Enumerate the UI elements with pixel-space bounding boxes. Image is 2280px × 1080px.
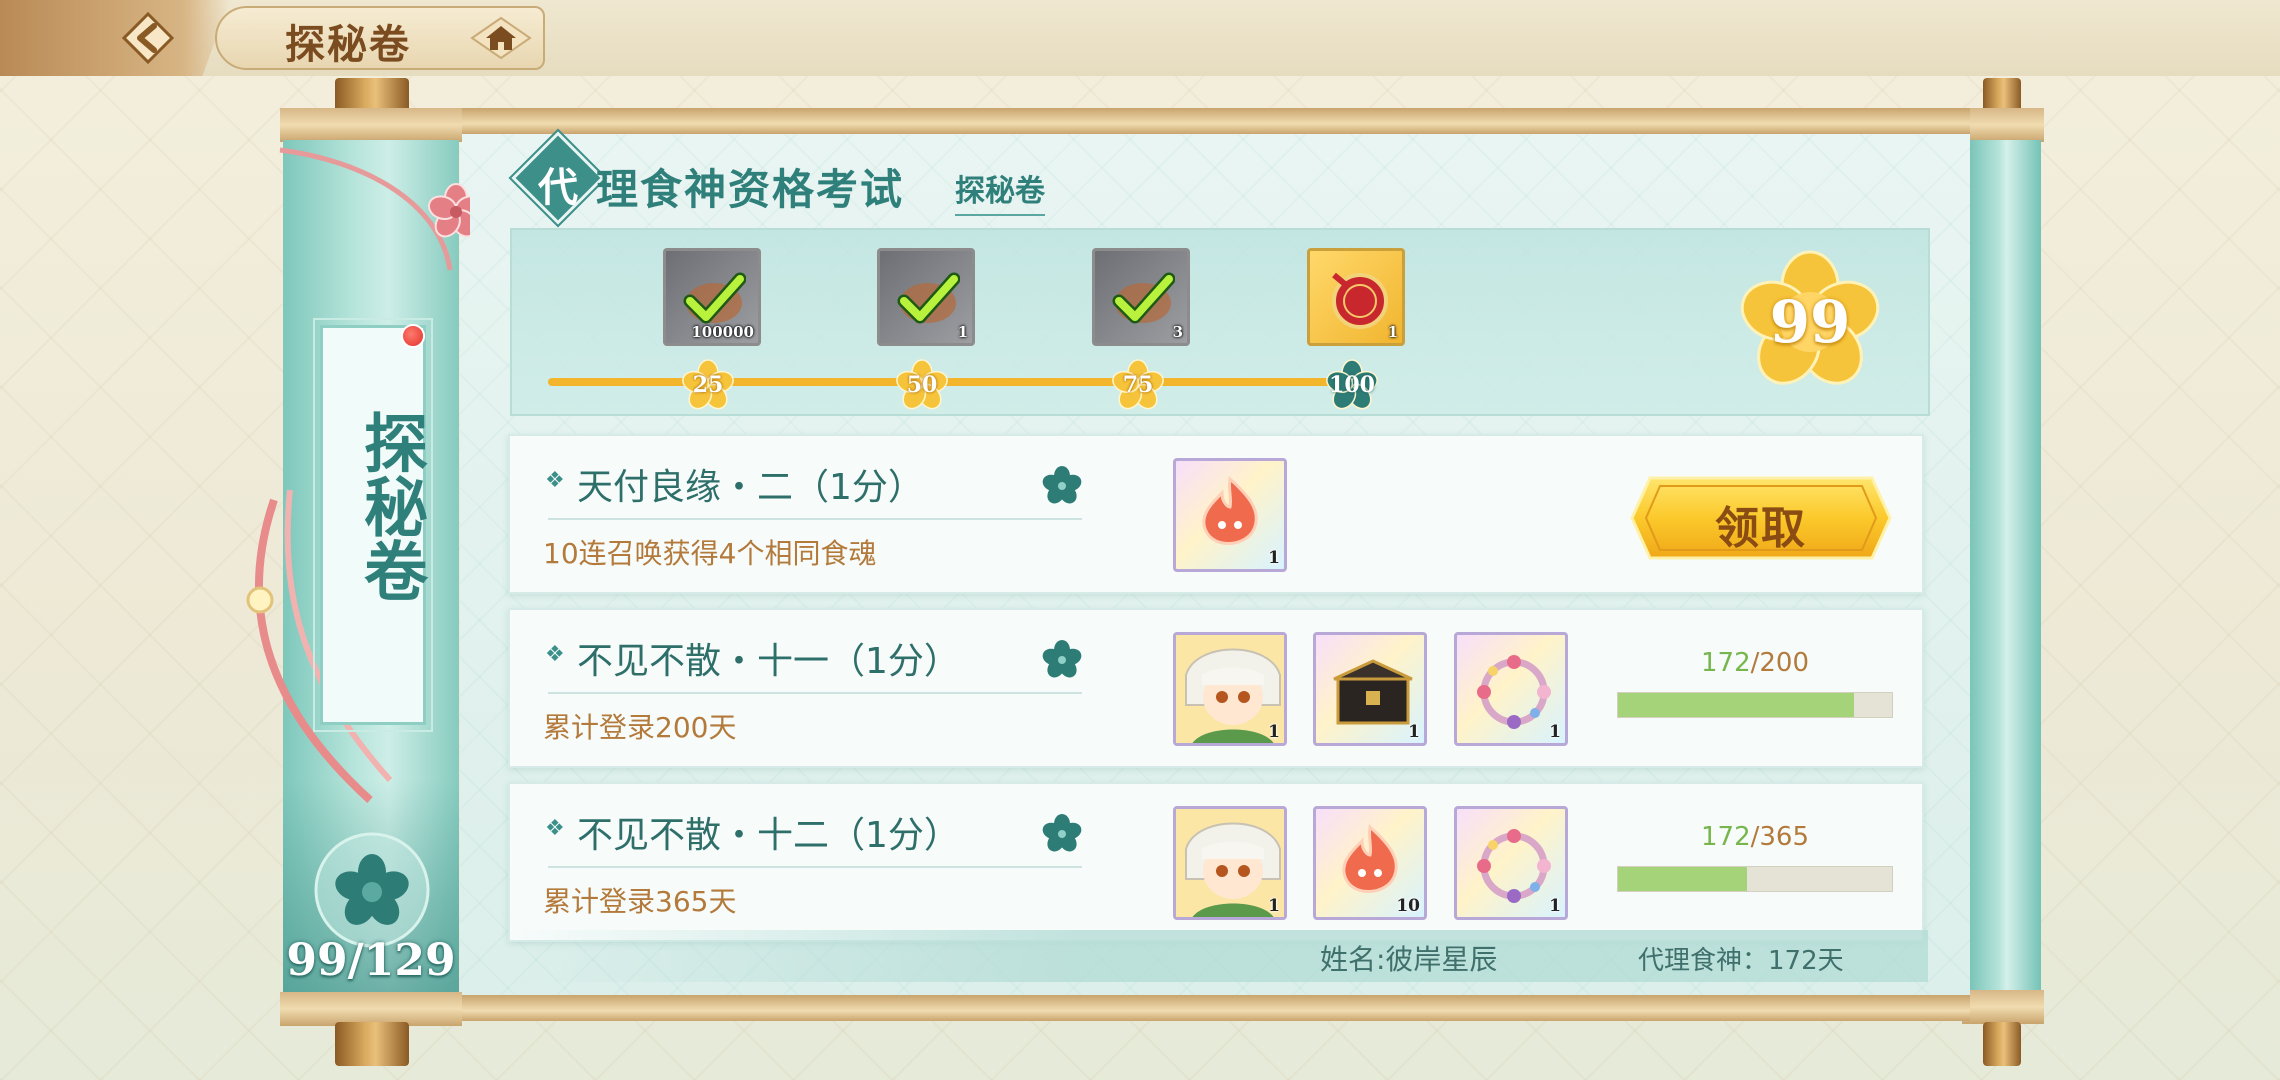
progress-label: 172/200: [1617, 648, 1893, 678]
progress-bar: [1617, 692, 1893, 718]
milestone-reward-qty: 100000: [691, 323, 754, 341]
paper-frame-top: [460, 108, 1970, 134]
milestone-point: 75: [1108, 354, 1168, 414]
exam-title-first-char: 代: [538, 164, 578, 211]
milestone-point-label: 25: [692, 372, 724, 398]
progress-fill: [1618, 867, 1748, 891]
task-divider: [548, 518, 1082, 520]
progress-current: 172: [1700, 822, 1751, 852]
milestone-point-label: 75: [1122, 372, 1154, 398]
milestone-point: 100: [1322, 354, 1382, 414]
task-title: 不见不散・十一（1分）: [577, 641, 960, 682]
right-roller-band-bottom: [1962, 990, 2044, 1024]
milestone-reward-qty: 3: [1172, 323, 1183, 341]
exploration-count: 99/129: [286, 935, 456, 986]
task-description: 10连召唤获得4个相同食魂: [543, 537, 877, 570]
player-name: 姓名:彼岸星辰: [1320, 943, 1498, 976]
milestone-reward-qty: 1: [1387, 323, 1398, 341]
reward-qty: 1: [1268, 722, 1280, 742]
flower-wreath-icon: [1477, 655, 1551, 729]
page-title: 探秘卷: [285, 21, 411, 68]
reward-item[interactable]: 1: [1313, 632, 1427, 746]
check-icon: [683, 272, 746, 324]
seal-icon: [1332, 272, 1388, 329]
count-badge-icon: [314, 832, 430, 948]
paper-frame-bottom: [460, 995, 1970, 1021]
progress-current: 172: [1700, 648, 1751, 678]
task-divider: [548, 692, 1082, 694]
back-button[interactable]: [0, 0, 230, 76]
reward-item[interactable]: 1: [1454, 806, 1568, 920]
progress-total: /200: [1750, 648, 1810, 678]
milestone-reward[interactable]: 3: [1092, 248, 1190, 346]
task-title: 天付良缘・二（1分）: [577, 467, 924, 508]
milestone-reward[interactable]: 1: [1307, 248, 1405, 346]
task-description: 累计登录365天: [543, 885, 737, 918]
task-flower-icon: [1042, 814, 1082, 852]
reward-qty: 1: [1549, 896, 1561, 916]
milestone-reward[interactable]: 1: [877, 248, 975, 346]
milestone-point-label: 100: [1329, 372, 1375, 398]
milestone-point: 25: [678, 354, 738, 414]
progress-bar: [1617, 866, 1893, 892]
reward-item[interactable]: 10: [1313, 806, 1427, 920]
left-roller-cap-bottom: [335, 1022, 409, 1066]
milestone-point-label: 50: [906, 372, 938, 398]
reward-qty: 1: [1268, 896, 1280, 916]
task-diamond-icon: ❖: [545, 642, 565, 667]
progress-fill: [1618, 693, 1854, 717]
right-roller-band-top: [1962, 108, 2044, 142]
task-divider: [548, 866, 1082, 868]
spirit-flame-icon: [1202, 476, 1258, 545]
reward-qty: 1: [1268, 548, 1280, 568]
reward-item[interactable]: 1: [1173, 806, 1287, 920]
check-icon: [897, 272, 960, 324]
left-roller-band-bottom: [280, 992, 462, 1026]
milestone-reward[interactable]: 100000: [663, 248, 761, 346]
flower-wreath-icon: [1477, 829, 1551, 903]
exam-subtitle: 探秘卷: [955, 166, 1045, 216]
task-diamond-icon: ❖: [545, 468, 565, 493]
progress-total: /365: [1750, 822, 1810, 852]
reward-item[interactable]: 1: [1454, 632, 1568, 746]
task-flower-icon: [1042, 466, 1082, 504]
task-flower-icon: [1042, 640, 1082, 678]
milestone-reward-qty: 1: [957, 323, 968, 341]
reward-item[interactable]: 1: [1173, 632, 1287, 746]
reward-item[interactable]: 1: [1173, 458, 1287, 572]
task-description: 累计登录200天: [543, 711, 737, 744]
right-roller-cap-bottom: [1983, 1022, 2021, 1066]
claim-button-label[interactable]: 领取: [1630, 492, 1892, 556]
milestone-point: 50: [892, 354, 952, 414]
reward-qty: 1: [1549, 722, 1561, 742]
right-roller: [1965, 140, 2041, 990]
left-roller-cap-top: [335, 78, 409, 112]
task-diamond-icon: ❖: [545, 816, 565, 841]
treasure-box-icon: [1333, 659, 1413, 725]
home-icon[interactable]: [470, 16, 532, 60]
score-value: 99: [1769, 288, 1851, 356]
spirit-flame-icon: [1342, 824, 1398, 893]
task-title: 不见不散・十二（1分）: [577, 815, 960, 856]
reward-qty: 10: [1396, 896, 1420, 916]
side-tab-label[interactable]: 探秘卷: [320, 410, 428, 602]
reward-qty: 1: [1408, 722, 1420, 742]
back-arrow-icon[interactable]: [120, 12, 176, 64]
check-icon: [1112, 272, 1175, 324]
exam-title: 理食神资格考试: [596, 165, 905, 214]
progress-label: 172/365: [1617, 822, 1893, 852]
notification-dot: [401, 324, 425, 348]
agent-days: 代理食神：172天: [1638, 946, 1844, 976]
